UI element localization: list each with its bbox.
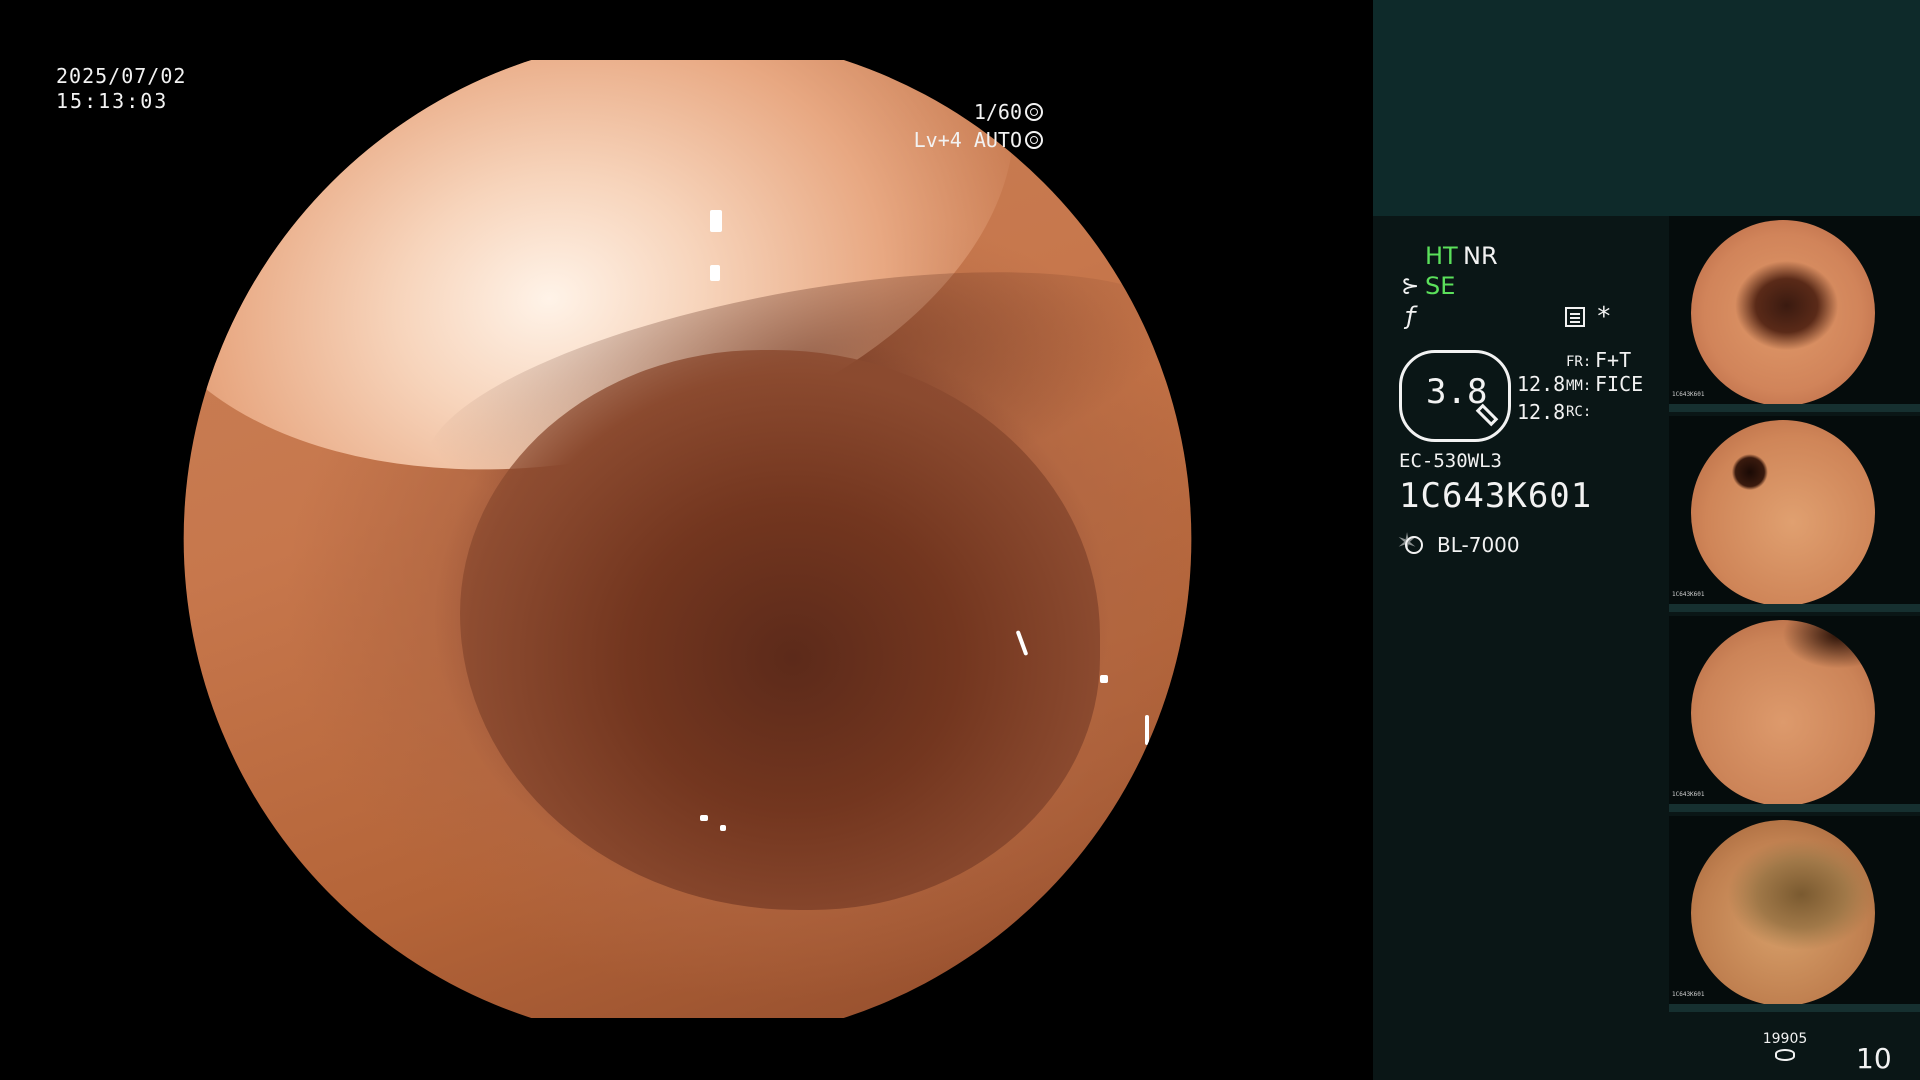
rc-key: RC: <box>1566 404 1592 420</box>
thumbnail-bar <box>1669 404 1920 412</box>
function-icon: ƒ <box>1403 302 1418 330</box>
specular-highlight <box>1100 675 1108 683</box>
thumbnail-bar <box>1669 804 1920 812</box>
main-endoscope-view: 2025/07/02 15:13:03 1/60 Lv+4 AUTO <box>0 0 1373 1080</box>
scope-serial-number: 1C643K601 <box>1399 476 1593 516</box>
shutter-value: 1/60 <box>973 100 1022 124</box>
side-panel-header <box>1373 0 1920 216</box>
thumbnail-image <box>1691 820 1875 1006</box>
exam-time: 15:13:03 <box>56 89 169 113</box>
shutter-readout: 1/60 <box>974 100 1043 124</box>
exam-date: 2025/07/02 <box>56 64 187 88</box>
mm-value: FICE <box>1595 372 1644 396</box>
side-number-top: 12.8 <box>1517 372 1566 396</box>
thumbnail-bar <box>1669 1004 1920 1012</box>
endoscope-screen: 2025/07/02 15:13:03 1/60 Lv+4 AUTO HT NR… <box>0 0 1920 1080</box>
nr-mode-label: NR <box>1463 242 1498 270</box>
zoom-value: 3.8 <box>1426 372 1488 412</box>
iris-icon <box>1025 131 1043 149</box>
specular-highlight <box>710 265 720 281</box>
thumbnail-image <box>1691 420 1875 606</box>
captured-thumbnail-2[interactable]: 1C643K601 <box>1669 416 1920 612</box>
scope-model: EC-530WL3 <box>1399 450 1502 472</box>
lumen-opening <box>460 350 1100 910</box>
thumbnail-image <box>1691 620 1875 806</box>
level-readout: Lv+4 AUTO <box>914 128 1043 152</box>
specular-highlight <box>700 815 708 821</box>
specular-highlight <box>710 210 722 232</box>
image-count-block: 19905 <box>1755 1031 1815 1061</box>
thumbnail-serial: 1C643K601 <box>1672 791 1705 798</box>
side-number-bottom: 12.8 <box>1517 400 1566 424</box>
captured-thumbnail-3[interactable]: 1C643K601 <box>1669 616 1920 812</box>
thumbnail-serial: 1C643K601 <box>1672 591 1705 598</box>
level-value: Lv+4 AUTO <box>913 128 1022 152</box>
thumbnail-serial: 1C643K601 <box>1672 391 1705 398</box>
storage-icon <box>1775 1049 1795 1061</box>
specular-highlight <box>720 825 726 831</box>
specular-highlight <box>1145 715 1149 745</box>
thumbnail-bar <box>1669 604 1920 612</box>
colon-lumen-image <box>183 60 1192 1018</box>
scope-enhance-icon: ⊱ <box>1401 274 1420 299</box>
fr-key: FR: <box>1566 354 1592 370</box>
image-count: 19905 <box>1762 1031 1808 1047</box>
shutter-icon <box>1025 103 1043 121</box>
captured-thumbnail-4[interactable]: 1C643K601 <box>1669 816 1920 1012</box>
star-indicator: * <box>1596 302 1612 332</box>
page-number: 10 <box>1856 1042 1892 1075</box>
light-source-model: BL-7000 <box>1437 533 1520 557</box>
light-source-icon <box>1398 527 1423 557</box>
captured-thumbnail-1[interactable]: 1C643K601 <box>1669 216 1920 412</box>
thumbnail-serial: 1C643K601 <box>1672 991 1705 998</box>
ht-mode-label: HT <box>1425 242 1458 270</box>
se-mode-label: SE <box>1425 272 1456 300</box>
mm-key: MM: <box>1566 378 1592 394</box>
thumbnail-image <box>1691 220 1875 406</box>
fr-value: F+T <box>1595 348 1632 372</box>
memory-icon <box>1565 307 1585 327</box>
